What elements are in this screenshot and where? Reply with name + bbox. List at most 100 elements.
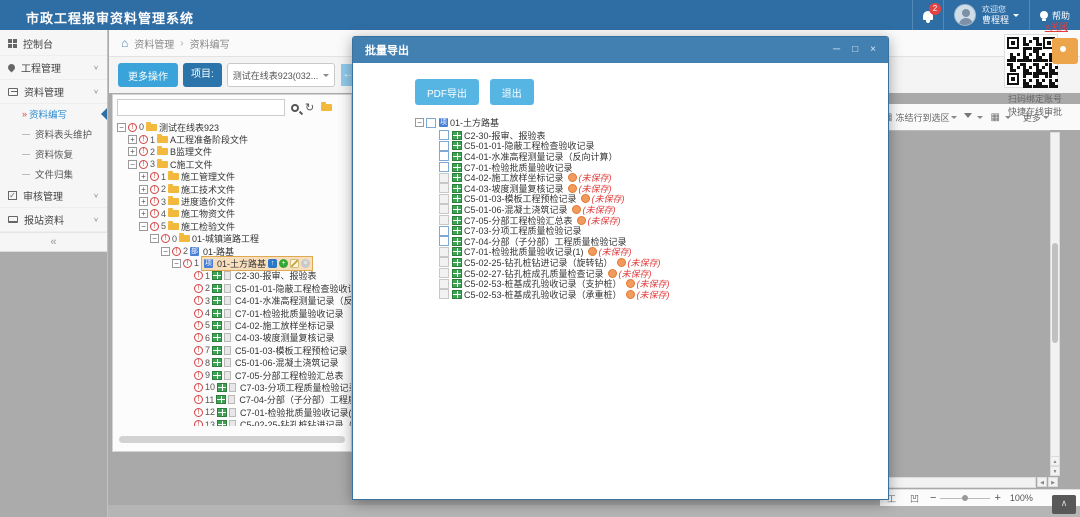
scroll-up-button[interactable]: ▲ xyxy=(1050,456,1060,466)
expand-icon[interactable]: + xyxy=(139,172,148,181)
tree-row-label: C7-05-分部工程检验汇总表 xyxy=(235,369,344,382)
expand-icon[interactable]: + xyxy=(128,135,137,144)
close-icon[interactable]: × xyxy=(870,37,876,63)
expand-icon[interactable]: + xyxy=(139,197,148,206)
project-select[interactable]: 测试在线表923(032... xyxy=(227,63,335,87)
collapse-icon[interactable]: − xyxy=(117,123,126,132)
checkbox[interactable] xyxy=(439,162,449,172)
add-icon[interactable]: + xyxy=(279,259,288,268)
sidebar-item-审核管理[interactable]: ✓审核管理∨ xyxy=(0,184,107,208)
notifications-button[interactable]: 2 xyxy=(912,0,943,30)
tree-row[interactable]: 13C5-02-25-钻孔桩钻进记录（旋转钻） xyxy=(113,418,351,426)
tree-row[interactable]: −0测试在线表923 xyxy=(113,121,351,133)
checkbox[interactable] xyxy=(439,226,449,236)
category-badge: 项 xyxy=(439,118,448,127)
minimize-icon[interactable]: ─ xyxy=(833,37,840,63)
page-fit-icon[interactable]: 凹 xyxy=(910,492,919,505)
delete-icon[interactable]: × xyxy=(301,259,310,268)
tree-row[interactable]: −5施工检验文件 xyxy=(113,220,351,232)
tree-row[interactable]: 10C7-03-分项工程质量检验记录 xyxy=(113,381,351,393)
tree-horizontal-scrollbar[interactable] xyxy=(119,436,345,443)
tree-row[interactable]: +2B监理文件 xyxy=(113,146,351,158)
sidebar-collapse-button[interactable]: « xyxy=(0,232,107,252)
expand-icon[interactable]: + xyxy=(128,147,137,156)
tree-row[interactable]: +2施工技术文件 xyxy=(113,183,351,195)
tree-row[interactable]: 11C7-04-分部（子分部）工程质量检验记录 xyxy=(113,394,351,406)
zoom-slider-handle[interactable] xyxy=(962,495,968,501)
tree-row[interactable]: 7C5-01-03-模板工程预检记录 xyxy=(113,344,351,356)
scrollbar-thumb[interactable] xyxy=(1052,243,1058,343)
sidebar-subitem-资料恢复[interactable]: 资料恢复 xyxy=(0,144,107,164)
more-actions-button[interactable]: 更多操作 xyxy=(118,63,178,87)
refresh-icon[interactable]: ↻ xyxy=(305,101,314,114)
welcome-text: 欢迎您 xyxy=(982,5,1009,15)
tree-row[interactable]: +1施工管理文件 xyxy=(113,171,351,183)
tree-row-label: C7-04-分部（子分部）工程质量检验记录 xyxy=(239,393,351,406)
checkbox[interactable] xyxy=(439,141,449,151)
collapse-corner-button[interactable]: ∧ xyxy=(1052,495,1076,514)
tree-row[interactable]: 2C5-01-01-隐蔽工程检查验收记录 xyxy=(113,282,351,294)
tree-row-number: 7 xyxy=(205,345,210,355)
maximize-icon[interactable]: □ xyxy=(852,37,858,63)
collapse-icon[interactable]: − xyxy=(172,259,181,268)
tree-row[interactable]: +4施工物资文件 xyxy=(113,208,351,220)
dialog-titlebar[interactable]: 批量导出 ─ □ × xyxy=(353,37,888,63)
scroll-left-button[interactable]: ◀ xyxy=(1037,477,1047,487)
checkbox-disabled xyxy=(439,173,449,183)
zoom-slider[interactable] xyxy=(940,498,990,499)
tree-row[interactable]: 9C7-05-分部工程检验汇总表 xyxy=(113,369,351,381)
upload-icon[interactable]: ↑ xyxy=(268,259,277,268)
vertical-scrollbar[interactable] xyxy=(1050,132,1060,476)
sidebar-item-报站资料[interactable]: 报站资料∨ xyxy=(0,208,107,232)
exit-button[interactable]: 退出 xyxy=(490,79,534,105)
tree-search-input[interactable] xyxy=(117,99,285,116)
sidebar-item-资料管理[interactable]: 资料管理∨ xyxy=(0,80,107,104)
collapse-icon[interactable]: − xyxy=(128,160,137,169)
expand-icon[interactable]: + xyxy=(139,209,148,218)
tree-row[interactable]: 8C5-01-06-混凝土浇筑记录 xyxy=(113,356,351,368)
collapse-icon[interactable]: − xyxy=(139,222,148,231)
collapse-icon[interactable]: − xyxy=(150,234,159,243)
scroll-down-button[interactable]: ▼ xyxy=(1050,466,1060,476)
tree-row[interactable]: 4C7-01-检验批质量验收记录 xyxy=(113,307,351,319)
zoom-out-button[interactable]: − xyxy=(930,492,936,504)
collapse-icon[interactable]: − xyxy=(161,247,170,256)
lightbulb-icon xyxy=(1040,11,1048,19)
checkbox[interactable] xyxy=(439,130,449,140)
pdf-export-button[interactable]: PDF导出 xyxy=(415,79,479,105)
sidebar-subitem-文件归集[interactable]: 文件归集 xyxy=(0,164,107,184)
sidebar-item-控制台[interactable]: 控制台 xyxy=(0,32,107,56)
horizontal-scrollbar[interactable] xyxy=(880,477,1036,488)
tree-row[interactable]: 12C7-01-检验批质量验收记录(1) xyxy=(113,406,351,418)
tree-row[interactable]: −3C施工文件 xyxy=(113,158,351,170)
settings-gear-button[interactable] xyxy=(1052,38,1078,64)
root-checkbox[interactable] xyxy=(426,118,436,128)
zoom-in-button[interactable]: + xyxy=(994,492,1000,504)
qr-close-link[interactable]: ×关闭 xyxy=(1045,20,1068,33)
tree-row[interactable]: −001-城镇道路工程 xyxy=(113,233,351,245)
filter-icon[interactable] xyxy=(964,113,972,122)
user-menu[interactable]: 欢迎您 曹程程 xyxy=(943,0,1029,30)
tree-row[interactable]: +3进度造价文件 xyxy=(113,195,351,207)
home-icon[interactable]: ⌂ xyxy=(121,36,128,50)
collapse-icon[interactable]: − xyxy=(415,118,424,127)
tree-row[interactable]: −1项01-土方路基↑+× xyxy=(113,257,351,269)
tree-row[interactable]: 6C4-03-坡度测量复核记录 xyxy=(113,332,351,344)
folder-icon[interactable] xyxy=(321,104,332,111)
scroll-right-button[interactable]: ▶ xyxy=(1048,477,1058,487)
sidebar-subitem-资料表头维护[interactable]: 资料表头维护 xyxy=(0,124,107,144)
checkbox[interactable] xyxy=(439,151,449,161)
breadcrumb-section[interactable]: 资料管理 xyxy=(134,36,174,51)
sidebar-subitem-资料编写[interactable]: 资料编写 xyxy=(0,104,107,124)
checkbox[interactable] xyxy=(439,236,449,246)
tree-row[interactable]: 5C4-02-施工放样坐标记录 xyxy=(113,319,351,331)
table-doc-icon xyxy=(212,346,222,355)
freeze-rows-label[interactable]: 冻结行到选区 xyxy=(895,111,949,124)
tree-row[interactable]: +1A工程准备阶段文件 xyxy=(113,133,351,145)
tree-row[interactable]: 1C2-30-报审、报验表 xyxy=(113,270,351,282)
search-icon[interactable] xyxy=(291,104,299,112)
tree-row[interactable]: 3C4-01-水准高程测量记录（反向计算） xyxy=(113,294,351,306)
edit-icon[interactable] xyxy=(290,259,299,268)
expand-icon[interactable]: + xyxy=(139,185,148,194)
sidebar-item-工程管理[interactable]: 工程管理∨ xyxy=(0,56,107,80)
